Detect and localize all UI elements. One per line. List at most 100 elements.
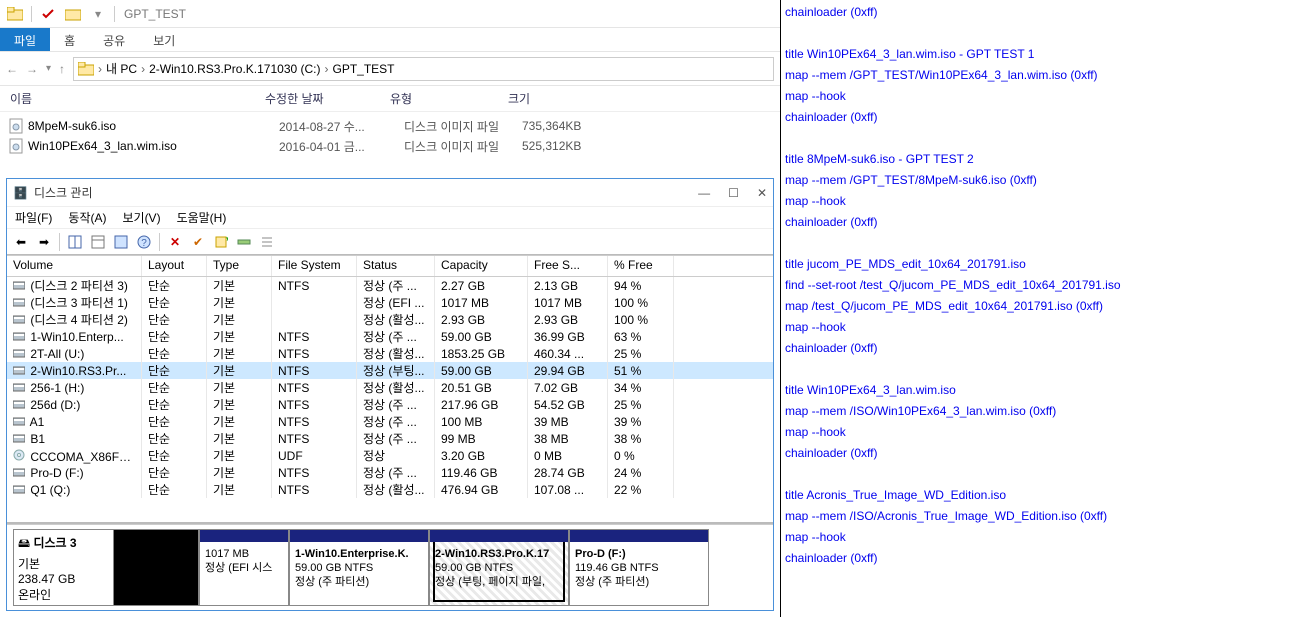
menu-help[interactable]: 도움말(H) (177, 209, 227, 226)
col-pctfree[interactable]: % Free (608, 256, 674, 276)
vol-free: 54.52 GB (528, 396, 608, 413)
vol-pctfree: 100 % (608, 311, 674, 328)
vol-status: 정상 (EFI ... (357, 294, 435, 311)
volume-row[interactable]: B1단순기본NTFS정상 (주 ...99 MB38 MB38 % (7, 430, 773, 447)
disk-icon: 🖴 (18, 536, 33, 550)
svg-text:?: ? (141, 238, 147, 249)
volume-row[interactable]: (디스크 3 파티션 1)단순기본정상 (EFI ...1017 MB1017 … (7, 294, 773, 311)
volume-row[interactable]: (디스크 2 파티션 3)단순기본NTFS정상 (주 ...2.27 GB2.1… (7, 277, 773, 294)
vol-type: 기본 (207, 464, 272, 481)
breadcrumb-item[interactable]: 2-Win10.RS3.Pro.K.171030 (C:) (149, 62, 320, 76)
vol-status: 정상 (주 ... (357, 328, 435, 345)
menu-file[interactable]: 파일(F) (15, 209, 52, 226)
vol-free: 7.02 GB (528, 379, 608, 396)
col-filesystem[interactable]: File System (272, 256, 357, 276)
tab-file[interactable]: 파일 (0, 28, 50, 51)
partition[interactable]: Pro-D (F:)119.46 GB NTFS정상 (주 파티션) (569, 529, 709, 606)
back-icon[interactable]: ⬅ (11, 232, 31, 252)
vol-layout: 단순 (142, 379, 207, 396)
vol-type: 기본 (207, 277, 272, 294)
col-type[interactable]: 유형 (390, 90, 508, 107)
new-icon[interactable]: ★ (211, 232, 231, 252)
vol-pctfree: 39 % (608, 413, 674, 430)
vol-pctfree: 51 % (608, 362, 674, 379)
breadcrumb-item[interactable]: GPT_TEST (333, 62, 395, 76)
volume-row[interactable]: (디스크 4 파티션 2)단순기본정상 (활성...2.93 GB2.93 GB… (7, 311, 773, 328)
vol-status: 정상 (주 ... (357, 430, 435, 447)
col-free[interactable]: Free S... (528, 256, 608, 276)
vol-fs: NTFS (272, 430, 357, 447)
menu-action[interactable]: 동작(A) (68, 209, 106, 226)
file-type: 디스크 이미지 파일 (404, 138, 522, 155)
grub-line: map --hook (785, 191, 1305, 212)
vol-name: Q1 (Q:) (30, 483, 70, 497)
vol-fs (272, 311, 357, 328)
folder-open-icon[interactable] (62, 3, 84, 25)
col-layout[interactable]: Layout (142, 256, 207, 276)
disk-management-window: 🗄️ 디스크 관리 — ☐ ✕ 파일(F) 동작(A) 보기(V) 도움말(H)… (6, 178, 774, 611)
col-type[interactable]: Type (207, 256, 272, 276)
col-volume[interactable]: Volume (7, 256, 142, 276)
volume-row[interactable]: 256d (D:)단순기본NTFS정상 (주 ...217.96 GB54.52… (7, 396, 773, 413)
back-icon[interactable]: ← (6, 62, 18, 76)
volume-row[interactable]: 256-1 (H:)단순기본NTFS정상 (활성...20.51 GB7.02 … (7, 379, 773, 396)
grub-line: map --hook (785, 422, 1305, 443)
vol-type: 기본 (207, 345, 272, 362)
columns-icon[interactable] (65, 232, 85, 252)
file-row[interactable]: 8MpeM-suk6.iso2014-08-27 수...디스크 이미지 파일7… (6, 116, 774, 136)
partition[interactable]: 2-Win10.RS3.Pro.K.1759.00 GB NTFS정상 (부팅,… (429, 529, 569, 606)
disk-icon: 🗄️ (13, 186, 28, 200)
vol-name: A1 (30, 415, 45, 429)
tab-home[interactable]: 홈 (50, 28, 89, 51)
breadcrumb[interactable]: › 내 PC › 2-Win10.RS3.Pro.K.171030 (C:) ›… (73, 57, 774, 81)
col-size[interactable]: 크기 (508, 90, 608, 107)
vol-type: 기본 (207, 396, 272, 413)
minimize-button[interactable]: — (698, 186, 710, 200)
vol-free: 460.34 ... (528, 345, 608, 362)
volume-row[interactable]: A1단순기본NTFS정상 (주 ...100 MB39 MB39 % (7, 413, 773, 430)
up-icon[interactable]: ↑ (59, 62, 65, 76)
partition[interactable]: 1-Win10.Enterprise.K.59.00 GB NTFS정상 (주 … (289, 529, 429, 606)
col-status[interactable]: Status (357, 256, 435, 276)
folder-icon[interactable] (4, 3, 26, 25)
extend-icon[interactable] (234, 232, 254, 252)
col-date[interactable]: 수정한 날짜 (265, 90, 390, 107)
vol-capacity: 59.00 GB (435, 362, 528, 379)
grub-line: map --mem /ISO/Acronis_True_Image_WD_Edi… (785, 506, 1305, 527)
check-icon[interactable] (37, 3, 59, 25)
menu-view[interactable]: 보기(V) (122, 209, 160, 226)
vol-status: 정상 (주 ... (357, 277, 435, 294)
col-name[interactable]: 이름 (10, 90, 265, 107)
chevron-down-icon[interactable]: ▾ (87, 3, 109, 25)
close-button[interactable]: ✕ (757, 186, 767, 200)
properties-icon[interactable] (111, 232, 131, 252)
file-row[interactable]: Win10PEx64_3_lan.wim.iso2016-04-01 금...디… (6, 136, 774, 156)
volume-row[interactable]: 1-Win10.Enterp...단순기본NTFS정상 (주 ...59.00 … (7, 328, 773, 345)
vol-free: 38 MB (528, 430, 608, 447)
tab-share[interactable]: 공유 (89, 28, 139, 51)
volume-row[interactable]: Q1 (Q:)단순기본NTFS정상 (활성...476.94 GB107.08 … (7, 481, 773, 498)
disk-info[interactable]: 🖴 디스크 3 기본 238.47 GB 온라인 (13, 529, 113, 606)
vol-layout: 단순 (142, 294, 207, 311)
list-icon[interactable] (257, 232, 277, 252)
tab-view[interactable]: 보기 (139, 28, 189, 51)
part-size: 59.00 GB NTFS (435, 561, 563, 575)
delete-icon[interactable]: ✕ (165, 232, 185, 252)
col-capacity[interactable]: Capacity (435, 256, 528, 276)
vol-free: 2.93 GB (528, 311, 608, 328)
partition[interactable]: 1017 MB정상 (EFI 시스 (199, 529, 289, 606)
forward-icon[interactable]: → (26, 62, 38, 76)
volume-row[interactable]: 2-Win10.RS3.Pr...단순기본NTFS정상 (부팅...59.00 … (7, 362, 773, 379)
refresh-icon[interactable] (88, 232, 108, 252)
breadcrumb-item[interactable]: 내 PC (106, 60, 137, 77)
forward-icon[interactable]: ➡ (34, 232, 54, 252)
help-icon[interactable]: ? (134, 232, 154, 252)
vol-layout: 단순 (142, 328, 207, 345)
volume-row[interactable]: 2T-All (U:)단순기본NTFS정상 (활성...1853.25 GB46… (7, 345, 773, 362)
maximize-button[interactable]: ☐ (728, 186, 739, 200)
vol-capacity: 100 MB (435, 413, 528, 430)
volume-row[interactable]: CCCOMA_X86FR...단순기본UDF정상3.20 GB0 MB0 % (7, 447, 773, 464)
history-icon[interactable]: ▾ (46, 63, 51, 74)
check-icon[interactable]: ✔ (188, 232, 208, 252)
volume-row[interactable]: Pro-D (F:)단순기본NTFS정상 (주 ...119.46 GB28.7… (7, 464, 773, 481)
